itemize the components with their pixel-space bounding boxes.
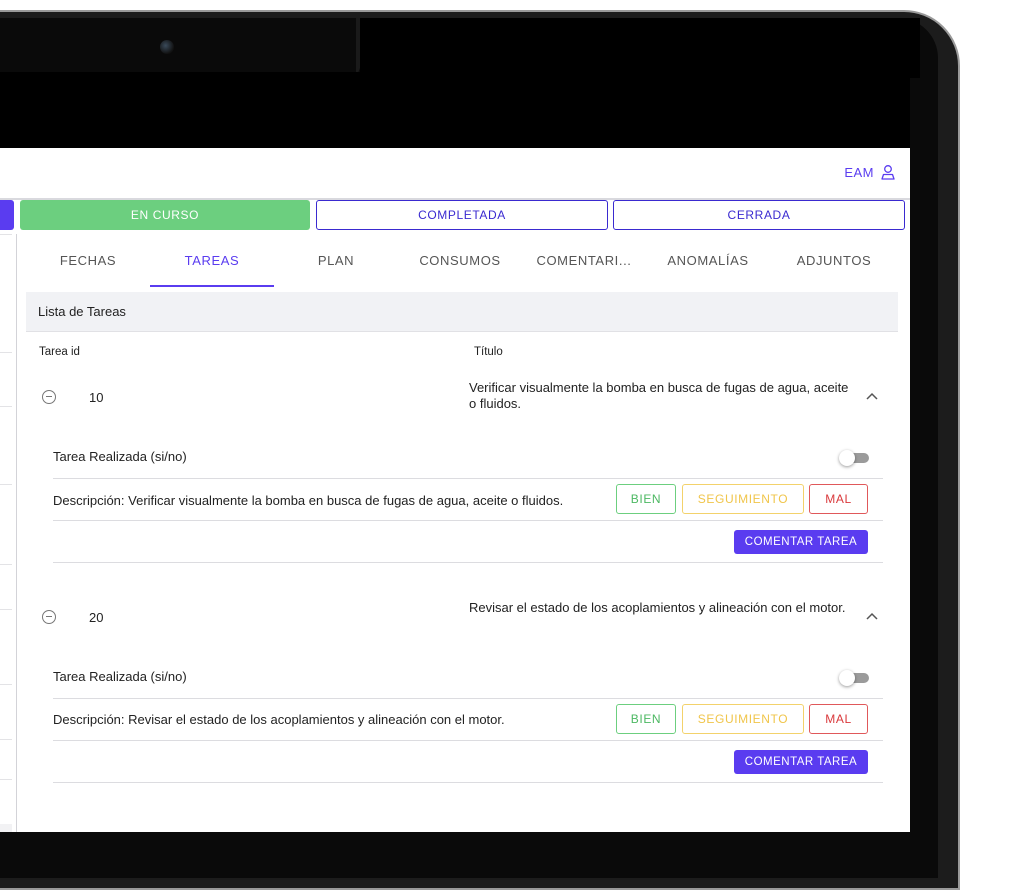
toggle-knob — [839, 450, 855, 466]
camera-icon — [160, 40, 174, 54]
left-panel-divider — [0, 564, 12, 565]
divider — [53, 698, 883, 699]
task-done-label: Tarea Realizada (si/no) — [53, 669, 187, 684]
tab-adjuntos[interactable]: ADJUNTOS — [770, 234, 898, 286]
collapse-minus-icon[interactable] — [42, 390, 56, 404]
eval-bien-button[interactable]: BIEN — [616, 484, 676, 514]
chevron-up-icon[interactable] — [864, 608, 880, 624]
tab-comentarios[interactable]: COMENTARI... — [522, 234, 646, 286]
left-panel-row — [0, 824, 12, 832]
divider — [53, 520, 883, 521]
divider — [53, 478, 883, 479]
left-panel-divider — [0, 739, 12, 740]
status-bar: EN CURSO COMPLETADA CERRADA — [0, 200, 910, 232]
collapse-minus-icon[interactable] — [42, 610, 56, 624]
comment-task-button[interactable]: COMENTAR TAREA — [734, 750, 868, 774]
task-list-header: Lista de Tareas — [26, 292, 898, 332]
eval-mal-button[interactable]: MAL — [809, 704, 868, 734]
screen: EAM EN CURSO COMPLETADA CERRADA FECHAS T… — [0, 72, 910, 832]
eval-mal-button[interactable]: MAL — [809, 484, 868, 514]
left-panel-divider — [0, 684, 12, 685]
left-panel-divider — [0, 484, 12, 485]
column-header-title: Título — [474, 346, 503, 358]
toggle-knob — [839, 670, 855, 686]
user-label: EAM — [844, 164, 874, 180]
tab-tareas[interactable]: TAREAS — [150, 234, 274, 286]
eval-seguimiento-button[interactable]: SEGUIMIENTO — [682, 704, 804, 734]
left-panel-divider — [0, 352, 12, 353]
task-list-title: Lista de Tareas — [38, 304, 126, 319]
task-title: Verificar visualmente la bomba en busca … — [469, 380, 849, 411]
task-id: 20 — [89, 610, 104, 625]
task-description: Descripción: Verificar visualmente la bo… — [53, 493, 564, 508]
task-item: 10 Verificar visualmente la bomba en bus… — [26, 368, 898, 563]
divider — [53, 562, 883, 563]
task-item: 20 Revisar el estado de los acoplamiento… — [26, 588, 898, 783]
task-title: Revisar el estado de los acoplamientos y… — [469, 600, 846, 615]
status-button-cerrada[interactable]: CERRADA — [613, 200, 905, 230]
left-panel — [0, 234, 17, 832]
task-row[interactable]: 20 Revisar el estado de los acoplamiento… — [26, 588, 898, 648]
task-id: 10 — [89, 390, 104, 405]
eval-bien-button[interactable]: BIEN — [616, 704, 676, 734]
column-header-id: Tarea id — [39, 346, 80, 358]
tab-active-indicator — [150, 285, 274, 287]
tab-fechas[interactable]: FECHAS — [26, 234, 150, 286]
tab-anomalias[interactable]: ANOMALÍAS — [646, 234, 770, 286]
tab-consumos[interactable]: CONSUMOS — [398, 234, 522, 286]
app: EAM EN CURSO COMPLETADA CERRADA FECHAS T… — [0, 148, 910, 832]
task-row[interactable]: 10 Verificar visualmente la bomba en bus… — [26, 368, 898, 428]
comment-task-button[interactable]: COMENTAR TAREA — [734, 530, 868, 554]
eval-seguimiento-button[interactable]: SEGUIMIENTO — [682, 484, 804, 514]
task-done-label: Tarea Realizada (si/no) — [53, 449, 187, 464]
status-button-previous[interactable] — [0, 200, 14, 230]
left-panel-divider — [0, 779, 12, 780]
bezel-top — [360, 18, 920, 78]
left-panel-divider — [0, 406, 12, 407]
user-icon — [881, 165, 895, 180]
divider — [53, 740, 883, 741]
tab-bar: FECHAS TAREAS PLAN CONSUMOS COMENTARI...… — [26, 234, 898, 288]
user-menu[interactable]: EAM — [844, 164, 896, 180]
tab-plan[interactable]: PLAN — [274, 234, 398, 286]
left-panel-divider — [0, 234, 12, 235]
task-detail: Tarea Realizada (si/no) Descripción: Ver… — [53, 428, 883, 568]
chevron-up-icon[interactable] — [864, 388, 880, 404]
task-detail: Tarea Realizada (si/no) Descripción: Rev… — [53, 648, 883, 788]
task-done-toggle[interactable] — [839, 670, 869, 686]
status-button-completada[interactable]: COMPLETADA — [316, 200, 608, 230]
task-done-toggle[interactable] — [839, 450, 869, 466]
status-button-en-curso[interactable]: EN CURSO — [20, 200, 310, 230]
task-description: Descripción: Revisar el estado de los ac… — [53, 712, 505, 727]
left-panel-divider — [0, 609, 12, 610]
divider — [53, 782, 883, 783]
top-bar: EAM — [0, 148, 910, 200]
